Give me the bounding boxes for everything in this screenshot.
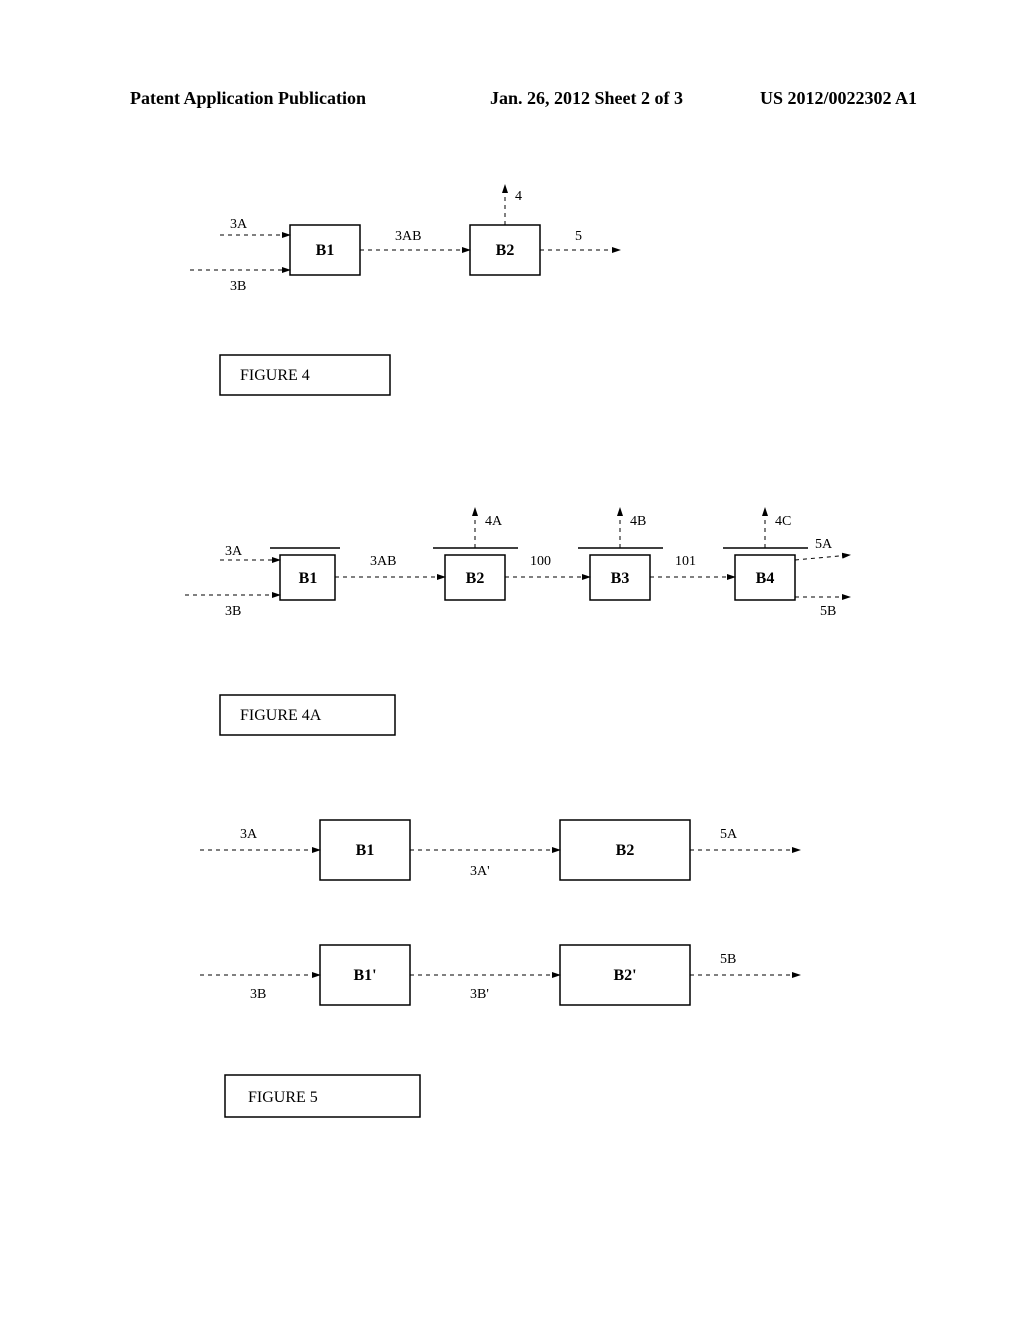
fig4a-label-4B: 4B — [630, 514, 646, 529]
fig4-b2-label: B2 — [496, 242, 515, 259]
fig4a-label-5A: 5A — [815, 537, 833, 552]
fig4-b1-label: B1 — [316, 242, 335, 259]
fig4a-label-3AB: 3AB — [370, 554, 396, 569]
fig5-label-5A: 5A — [720, 827, 738, 842]
fig4a-label-100: 100 — [530, 554, 551, 569]
fig5-b2-label: B2 — [616, 842, 635, 859]
fig5-b2p-label: B2' — [613, 967, 636, 984]
fig4a-label-101: 101 — [675, 554, 696, 569]
fig5-label-3A: 3A — [240, 827, 258, 842]
fig4-label-3AB: 3AB — [395, 229, 421, 244]
fig4a-label-4C: 4C — [775, 514, 791, 529]
fig5-label-3Ap: 3A' — [470, 864, 490, 879]
fig4a-label-3A: 3A — [225, 544, 243, 559]
fig5-label-3B: 3B — [250, 987, 266, 1002]
fig4-label-5: 5 — [575, 229, 582, 244]
fig4a-label-3B: 3B — [225, 604, 241, 619]
fig5-b1-label: B1 — [356, 842, 375, 859]
fig4a-b2-label: B2 — [466, 570, 485, 587]
fig5-label-5B: 5B — [720, 952, 736, 967]
fig4-label-3A: 3A — [230, 217, 248, 232]
fig4a-label-4A: 4A — [485, 514, 503, 529]
fig4a-label-5B: 5B — [820, 604, 836, 619]
diagram-canvas: B1 B2 3A 3B 3AB 4 5 FIGURE 4 B1 B2 — [0, 0, 1024, 1320]
page: Patent Application Publication Jan. 26, … — [0, 0, 1024, 1320]
fig4a-b3-label: B3 — [611, 570, 630, 587]
fig4a-arrow-5A — [795, 555, 850, 560]
fig4-label-3B: 3B — [230, 279, 246, 294]
fig4-label-4: 4 — [515, 189, 522, 204]
fig4a-b4-label: B4 — [756, 570, 775, 587]
fig4a-b1-label: B1 — [299, 570, 318, 587]
fig5-caption: FIGURE 5 — [248, 1089, 318, 1106]
fig5-label-3Bp: 3B' — [470, 987, 489, 1002]
fig4-caption: FIGURE 4 — [240, 367, 310, 384]
fig5-b1p-label: B1' — [353, 967, 376, 984]
fig4a-caption: FIGURE 4A — [240, 707, 322, 724]
